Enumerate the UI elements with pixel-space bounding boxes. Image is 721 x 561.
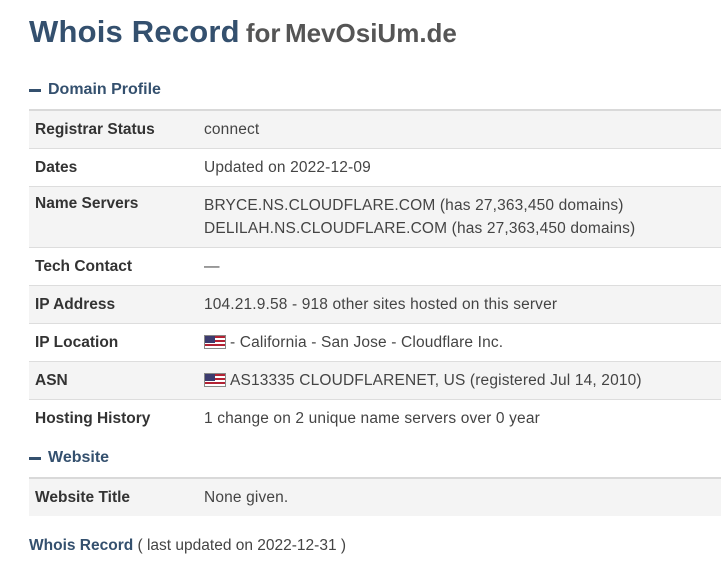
table-row-asn: ASN AS13335 CLOUDFLARENET, US (registere… [29,361,721,399]
table-row-tech-contact: Tech Contact — [29,247,721,285]
row-value: — [204,257,220,275]
website-table: Website Title None given. [29,477,721,516]
us-flag-icon [204,334,226,349]
row-value: BRYCE.NS.CLOUDFLARE.COM (has 27,363,450 … [204,194,721,240]
row-label: Registrar Status [35,120,155,138]
row-value: - California - San Jose - Cloudflare Inc… [204,334,721,352]
table-row-name-servers: Name Servers BRYCE.NS.CLOUDFLARE.COM (ha… [29,186,721,247]
collapse-minus-icon [29,88,41,92]
asn-text: AS13335 CLOUDFLARENET, US (registered Ju… [230,371,642,389]
page-title-domain: MevOsiUm.de [284,18,457,48]
us-flag-icon [204,372,226,387]
table-row-dates: Dates Updated on 2022-12-09 [29,148,721,186]
collapse-minus-icon [29,456,41,460]
row-label: IP Location [35,333,119,351]
page-title-main: Whois Record [29,14,240,49]
row-label: ASN [35,371,68,389]
name-server-1: BRYCE.NS.CLOUDFLARE.COM (has 27,363,450 … [204,197,624,214]
section-title-domain-profile: Domain Profile [48,81,161,98]
footer: Whois Record ( last updated on 2022-12-3… [29,537,346,555]
row-label: Hosting History [35,409,151,427]
table-row-hosting-history: Hosting History 1 change on 2 unique nam… [29,399,721,437]
name-server-2: DELILAH.NS.CLOUDFLARE.COM (has 27,363,45… [204,220,636,237]
row-value: 104.21.9.58 - 918 other sites hosted on … [204,295,558,313]
ip-location-text: - California - San Jose - Cloudflare Inc… [230,333,504,351]
row-value: AS13335 CLOUDFLARENET, US (registered Ju… [204,372,721,390]
row-value: 1 change on 2 unique name servers over 0… [204,409,540,427]
table-row-ip-location: IP Location - California - San Jose - Cl… [29,323,721,361]
section-toggle-domain-profile[interactable]: Domain Profile [29,81,161,99]
row-value: Updated on 2022-12-09 [204,158,371,176]
row-value: None given. [204,488,289,506]
row-label: Tech Contact [35,257,133,275]
page-title: Whois Record for MevOsiUm.de [29,14,457,50]
section-toggle-website[interactable]: Website [29,449,109,467]
whois-record-link[interactable]: Whois Record [29,537,133,554]
row-value: connect [204,120,260,138]
row-label: Website Title [35,488,131,506]
domain-profile-table: Registrar Status connect Dates Updated o… [29,109,721,437]
table-row-registrar-status: Registrar Status connect [29,109,721,148]
row-label: Dates [35,158,78,176]
table-row-website-title: Website Title None given. [29,477,721,516]
last-updated-text: ( last updated on 2022-12-31 ) [137,537,347,554]
table-row-ip-address: IP Address 104.21.9.58 - 918 other sites… [29,285,721,323]
section-title-website: Website [48,449,110,466]
page-title-for: for [245,18,281,48]
row-label: IP Address [35,295,116,313]
row-label: Name Servers [35,195,139,212]
